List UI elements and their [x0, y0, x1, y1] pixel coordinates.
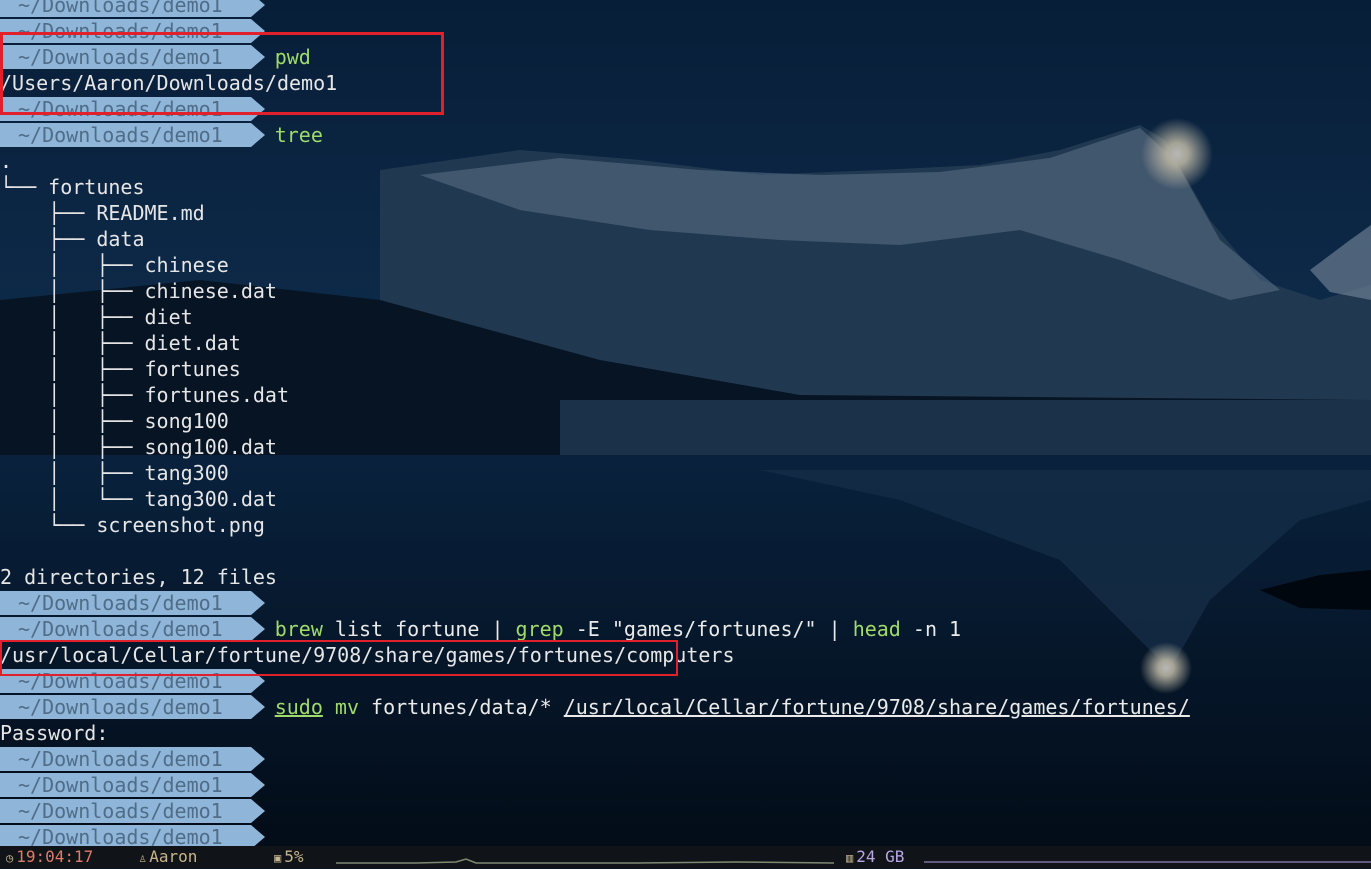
command-token: grep: [515, 617, 564, 641]
memory-sparkline: [924, 861, 1371, 863]
output-line: └── fortunes: [0, 174, 145, 200]
prompt-path: ~/Downloads/demo1: [0, 19, 265, 43]
command-text: sudo mv fortunes/data/* /usr/local/Cella…: [275, 695, 1190, 719]
output-text: Password:: [0, 721, 109, 745]
output-line: 2 directories, 12 files: [0, 564, 277, 590]
output-text: /Users/Aaron/Downloads/demo1: [0, 71, 338, 95]
command-token: tree: [274, 123, 323, 147]
prompt-line: ~/Downloads/demo1: [0, 96, 265, 122]
output-text: .: [0, 149, 13, 173]
command-token: sudo: [274, 695, 323, 719]
output-text: │ ├── fortunes: [0, 357, 241, 381]
status-time: ◷ 19:04:17: [6, 847, 94, 866]
status-bar: ◷ 19:04:17 ♙ Aaron ▣ 5% ▥ 24 GB: [0, 846, 1371, 868]
output-line: │ ├── fortunes: [0, 356, 241, 382]
prompt-line: ~/Downloads/demo1: [0, 590, 265, 616]
output-line: │ ├── tang300: [0, 460, 229, 486]
output-line: │ ├── diet: [0, 304, 193, 330]
prompt-line: ~/Downloads/demo1: [0, 746, 265, 772]
command-token: head: [852, 617, 901, 641]
prompt-line: ~/Downloads/demo1: [0, 0, 265, 18]
command-token: mv: [334, 695, 360, 719]
output-line: │ ├── chinese: [0, 252, 229, 278]
output-text: │ ├── song100: [0, 409, 229, 433]
command-text: tree: [275, 123, 323, 147]
command-token: list fortune |: [322, 617, 516, 641]
prompt-line: ~/Downloads/demo1 pwd: [0, 44, 311, 70]
output-line: /usr/local/Cellar/fortune/9708/share/gam…: [0, 642, 735, 668]
prompt-path: ~/Downloads/demo1: [0, 617, 265, 641]
prompt-line: ~/Downloads/demo1: [0, 18, 265, 44]
output-text: │ ├── song100.dat: [0, 435, 277, 459]
output-text: ├── data: [0, 227, 145, 251]
output-text: └── screenshot.png: [0, 513, 265, 537]
output-line: │ ├── song100: [0, 408, 229, 434]
cpu-icon: ▣: [274, 851, 282, 865]
prompt-path: ~/Downloads/demo1: [0, 695, 265, 719]
output-line: │ ├── fortunes.dat: [0, 382, 289, 408]
prompt-path: ~/Downloads/demo1: [0, 747, 265, 771]
output-line: │ ├── diet.dat: [0, 330, 241, 356]
user-icon: ♙: [139, 851, 147, 865]
prompt-line: ~/Downloads/demo1 sudo mv fortunes/data/*…: [0, 694, 1190, 720]
memory-icon: ▥: [846, 851, 854, 865]
output-text: ├── README.md: [0, 201, 205, 225]
command-text: pwd: [275, 45, 311, 69]
command-token: [323, 695, 335, 719]
prompt-line: ~/Downloads/demo1 tree: [0, 122, 323, 148]
prompt-path: ~/Downloads/demo1: [0, 123, 265, 147]
prompt-path: ~/Downloads/demo1: [0, 799, 265, 823]
command-token: brew: [274, 617, 323, 641]
output-text: └── fortunes: [0, 175, 145, 199]
output-text: │ ├── diet.dat: [0, 331, 241, 355]
clock-icon: ◷: [6, 851, 14, 865]
output-text: /usr/local/Cellar/fortune/9708/share/gam…: [0, 643, 735, 667]
output-text: 2 directories, 12 files: [0, 565, 277, 589]
output-line: │ ├── song100.dat: [0, 434, 277, 460]
output-text: │ ├── tang300: [0, 461, 229, 485]
output-line: └── screenshot.png: [0, 512, 265, 538]
prompt-path: ~/Downloads/demo1: [0, 773, 265, 797]
prompt-path: ~/Downloads/demo1: [0, 0, 265, 17]
output-text: │ ├── chinese: [0, 253, 229, 277]
status-user: ♙ Aaron: [139, 847, 198, 866]
output-line: ├── data: [0, 226, 145, 252]
output-text: │ ├── chinese.dat: [0, 279, 277, 303]
command-text: brew list fortune | grep -E "games/fortu…: [275, 617, 961, 641]
prompt-path: ~/Downloads/demo1: [0, 45, 265, 69]
prompt-path: ~/Downloads/demo1: [0, 669, 265, 693]
prompt-path: ~/Downloads/demo1: [0, 97, 265, 121]
command-token: fortunes/data/*: [359, 695, 564, 719]
command-token: -n 1: [900, 617, 962, 641]
prompt-line: ~/Downloads/demo1 brew list fortune | gre…: [0, 616, 961, 642]
cpu-sparkline: [336, 858, 834, 864]
status-cpu: ▣ 5%: [274, 847, 304, 866]
output-line: ├── README.md: [0, 200, 205, 226]
command-token: pwd: [274, 45, 311, 69]
output-line: .: [0, 148, 12, 174]
prompt-path: ~/Downloads/demo1: [0, 591, 265, 615]
output-text: │ ├── fortunes.dat: [0, 383, 289, 407]
command-token: -E "games/fortunes/" |: [563, 617, 853, 641]
status-memory: ▥ 24 GB: [846, 847, 905, 866]
output-line: │ ├── chinese.dat: [0, 278, 277, 304]
prompt-line: ~/Downloads/demo1: [0, 798, 265, 824]
output-line: │ └── tang300.dat: [0, 486, 277, 512]
prompt-line: ~/Downloads/demo1: [0, 668, 265, 694]
command-token: /usr/local/Cellar/fortune/9708/share/gam…: [563, 695, 1190, 719]
output-line: /Users/Aaron/Downloads/demo1: [0, 70, 337, 96]
output-text: │ └── tang300.dat: [0, 487, 277, 511]
prompt-line: ~/Downloads/demo1: [0, 772, 265, 798]
output-line: Password:: [0, 720, 108, 746]
output-text: │ ├── diet: [0, 305, 193, 329]
